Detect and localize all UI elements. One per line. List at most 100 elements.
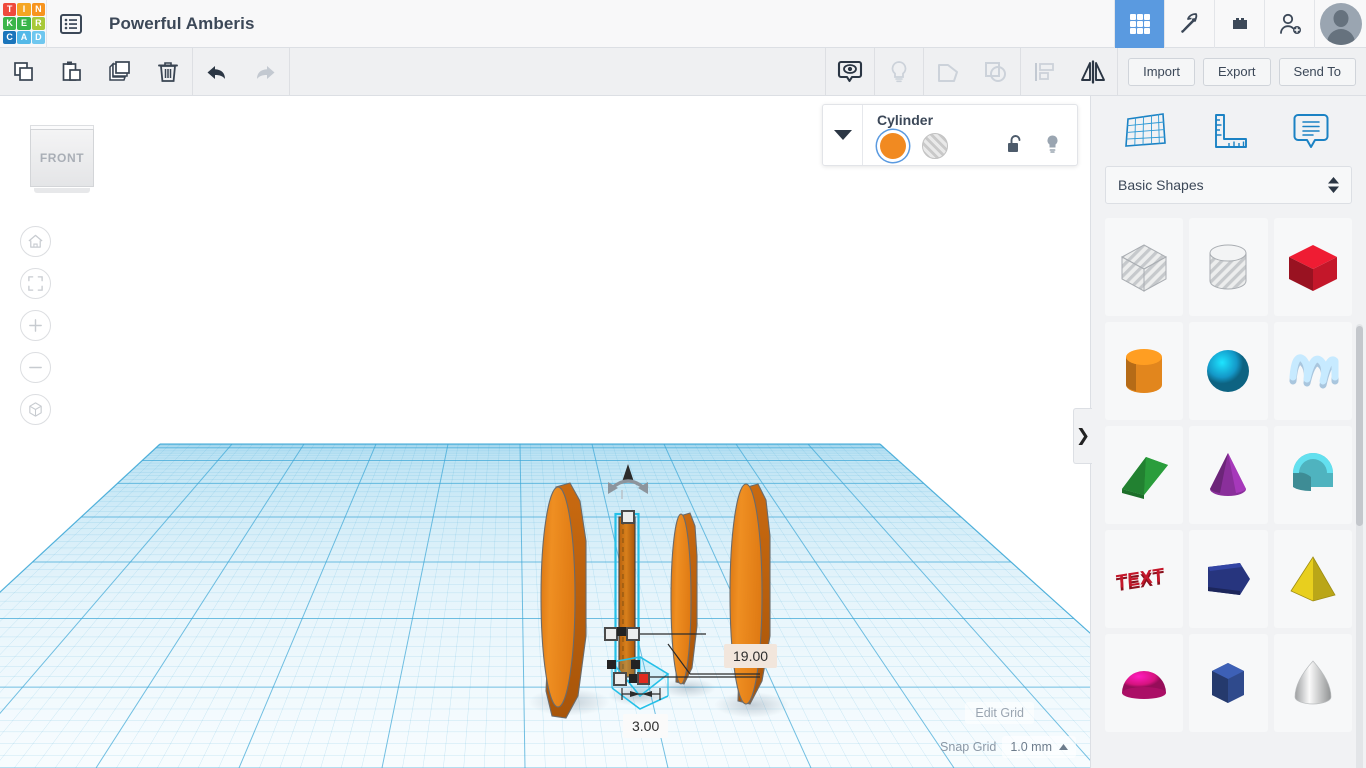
workplane-tab[interactable] [1118,107,1174,155]
tinkercad-logo[interactable]: TINKERCAD [2,2,46,46]
shape-pyramid-yellow[interactable] [1273,530,1352,628]
shape-cylinder-hole[interactable] [1189,218,1268,316]
add-person-icon[interactable] [1264,0,1314,48]
app-header: TINKERCAD Powerful Amberis [0,0,1366,48]
edit-grid-button[interactable]: Edit Grid [965,702,1034,724]
zoom-in-button[interactable] [20,310,51,341]
shape-properties-panel[interactable]: Cylinder [822,104,1078,166]
snap-grid-select[interactable]: 1.0 mm [1002,736,1076,758]
shape-sphere-blue[interactable] [1189,322,1268,420]
notes-tab[interactable] [1283,107,1339,155]
perspective-toggle-button[interactable] [20,394,51,425]
logo-tile-a: A [17,31,31,45]
unlock-padlock-icon[interactable] [1007,134,1024,159]
dimension-label-3[interactable]: 3.00 [623,714,669,738]
shape-text-red[interactable]: TEXT TEXT [1105,530,1184,628]
resize-handle[interactable] [613,672,627,686]
chevron-updown-icon [1328,177,1339,193]
view-cube-label[interactable]: FRONT [30,129,94,187]
logo-tile-c: C [3,31,17,45]
export-button[interactable]: Export [1202,57,1271,86]
send-to-button[interactable]: Send To [1278,57,1356,86]
resize-handle[interactable] [604,627,618,641]
toolbar-separator [1117,48,1119,95]
shapes-palette[interactable]: TEXT TEXT [1091,218,1366,768]
shape-polygon-blue-icon [1208,563,1251,595]
header-actions [1114,0,1366,48]
cylinder-disc-1 [540,482,587,719]
shape-category-select[interactable]: Basic Shapes [1105,166,1352,204]
shape-sphere-blue-icon [1207,350,1250,392]
pickaxe-icon[interactable] [1164,0,1214,48]
resize-handle-small[interactable] [607,660,616,669]
lightbulb-visibility-icon[interactable] [1044,134,1061,159]
shape-paraboloid-gray[interactable] [1273,634,1352,732]
duplicate-icon[interactable] [96,48,144,95]
resize-handle[interactable] [626,627,640,641]
paste-icon[interactable] [48,48,96,95]
shape-scribble[interactable] [1273,322,1352,420]
fit-to-view-button[interactable] [20,268,51,299]
shape-cone-purple[interactable] [1189,426,1268,524]
show-hide-eye-icon[interactable] [826,48,874,95]
shape-hexprism-blue[interactable] [1189,634,1268,732]
resize-handle[interactable] [621,510,635,524]
logo-tile-i: I [17,2,31,16]
shape-box-red[interactable] [1273,218,1352,316]
shape-roof-green-icon [1122,457,1169,499]
import-button[interactable]: Import [1128,57,1195,86]
snap-grid-label: Snap Grid [940,740,997,754]
list-menu-icon[interactable] [47,0,95,48]
shape-scribble-icon [1289,354,1339,389]
solid-color-swatch[interactable] [880,133,906,159]
shape-cylinder-hole-icon [1209,244,1247,290]
3d-viewport[interactable]: 19.00 3.00 FRONT Edit Grid Snap Grid 1.0… [0,96,1090,768]
sidebar-collapse-button[interactable]: ❯ [1073,408,1092,464]
shape-halfsphere-pink[interactable] [1105,634,1184,732]
height-handle[interactable] [637,672,650,685]
grid-apps-icon[interactable] [1114,0,1164,48]
resize-handle-small[interactable] [631,660,640,669]
shape-cylinder-orange[interactable] [1105,322,1184,420]
lego-brick-icon[interactable] [1214,0,1264,48]
tinkercad-app: TINKERCAD Powerful Amberis Import Export… [0,0,1366,768]
toolbar-separator [289,48,290,95]
logo-tile-e: E [17,16,31,31]
cylinder-disc-2 [670,512,698,685]
undo-icon[interactable] [193,48,241,95]
caret-up-icon [1059,743,1068,750]
shape-panel-toggles [1007,134,1065,159]
snap-grid-value: 1.0 mm [1010,740,1052,754]
rotation-gizmo[interactable] [608,464,648,499]
view-cube[interactable]: FRONT [28,125,96,195]
align-icon [1021,48,1069,95]
lightbulb-hint-icon [875,48,923,95]
group-shapes-icon [924,48,972,95]
shapes-grid: TEXT TEXT [1105,218,1352,732]
logo-tile-k: K [3,16,17,31]
ruler-tab[interactable] [1200,107,1256,155]
shape-roof-green[interactable] [1105,426,1184,524]
shape-polygon-blue[interactable] [1189,530,1268,628]
shape-box-red-icon [1288,245,1337,291]
delete-trash-icon[interactable] [144,48,192,95]
shape-box-hole[interactable] [1105,218,1184,316]
hole-swatch[interactable] [922,133,948,159]
home-view-button[interactable] [20,226,51,257]
shape-text-red-icon: TEXT TEXT [1116,565,1166,597]
user-avatar[interactable] [1314,0,1366,48]
shape-tube-teal[interactable] [1273,426,1352,524]
shape-panel-controls [877,133,1065,159]
model-shapes[interactable] [0,96,1090,768]
logo-tile-d: D [31,31,45,45]
resize-handle-small[interactable] [617,627,626,636]
chevron-down-icon[interactable] [823,105,863,165]
dimension-label-19[interactable]: 19.00 [724,644,778,668]
logo-tile-t: T [3,2,17,16]
zoom-out-button[interactable] [20,352,51,383]
grid-footer: Snap Grid 1.0 mm [940,736,1076,758]
sidebar-scrollbar[interactable] [1356,326,1363,526]
copy-icon[interactable] [0,48,48,95]
page-title[interactable]: Powerful Amberis [109,14,255,34]
mirror-flip-icon[interactable] [1069,48,1117,95]
